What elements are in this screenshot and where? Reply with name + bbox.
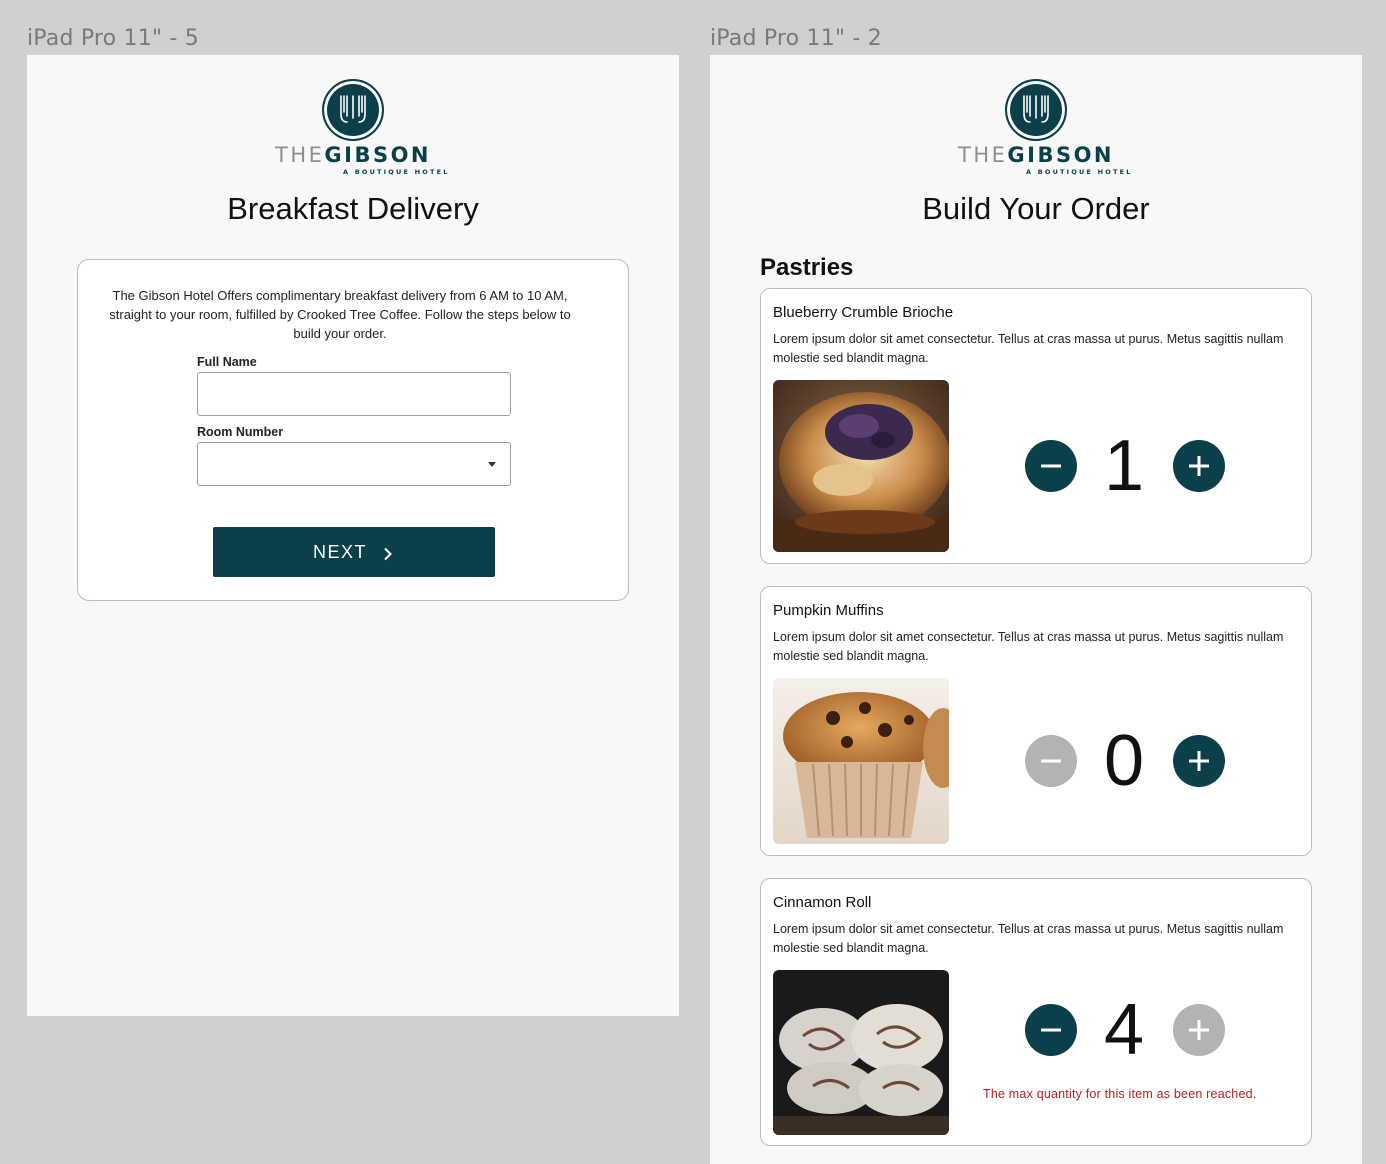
increase-quantity-button[interactable] xyxy=(1173,440,1225,492)
logo-wordmark: THEGIBSON xyxy=(275,143,431,167)
decrease-quantity-button[interactable] xyxy=(1025,735,1077,787)
hotel-logo: THEGIBSON A BOUTIQUE HOTEL xyxy=(27,79,679,179)
minus-icon xyxy=(1041,759,1061,763)
logo-tagline: A BOUTIQUE HOTEL xyxy=(343,168,450,176)
plus-icon xyxy=(1189,456,1209,476)
hotel-emblem-icon xyxy=(1005,79,1067,141)
logo-wordmark: THEGIBSON xyxy=(958,143,1114,167)
full-name-input[interactable] xyxy=(197,372,511,416)
room-number-select[interactable] xyxy=(197,442,511,486)
build-order-screen: THEGIBSON A BOUTIQUE HOTEL Build Your Or… xyxy=(710,55,1362,1164)
item-name: Cinnamon Roll xyxy=(773,894,872,911)
max-quantity-message: The max quantity for this item as been r… xyxy=(983,1087,1257,1101)
room-number-label: Room Number xyxy=(197,425,284,439)
quantity-value: 1 xyxy=(1103,426,1145,506)
chevron-right-icon xyxy=(381,545,395,561)
plus-icon xyxy=(1189,1020,1209,1040)
item-description: Lorem ipsum dolor sit amet consectetur. … xyxy=(773,332,1284,365)
next-button-label: NEXT xyxy=(312,541,367,562)
quantity-value: 0 xyxy=(1103,721,1145,801)
item-description: Lorem ipsum dolor sit amet consectetur. … xyxy=(773,630,1284,663)
item-card-blueberry-crumble-brioche: Blueberry Crumble Brioche Lorem ipsum do… xyxy=(760,288,1312,564)
increase-quantity-button[interactable] xyxy=(1173,1004,1225,1056)
item-name: Pumpkin Muffins xyxy=(773,602,884,619)
plus-icon xyxy=(1189,751,1209,771)
hotel-emblem-icon xyxy=(322,79,384,141)
item-photo-brioche xyxy=(773,380,949,552)
item-photo-cinnamon-roll xyxy=(773,970,949,1135)
section-heading-pastries: Pastries xyxy=(760,254,854,281)
quantity-value: 4 xyxy=(1103,990,1145,1070)
item-description: Lorem ipsum dolor sit amet consectetur. … xyxy=(773,922,1284,955)
increase-quantity-button[interactable] xyxy=(1173,735,1225,787)
frame-label-1: iPad Pro 11" - 5 xyxy=(27,26,199,51)
item-name: Blueberry Crumble Brioche xyxy=(773,304,954,321)
page-title: Build Your Order xyxy=(922,191,1150,226)
caret-down-icon xyxy=(488,462,496,467)
next-button[interactable]: NEXT xyxy=(213,527,495,577)
logo-tagline: A BOUTIQUE HOTEL xyxy=(1026,168,1133,176)
item-photo-pumpkin-muffin xyxy=(773,678,949,844)
welcome-card: The Gibson Hotel Offers complimentary br… xyxy=(77,259,629,601)
full-name-label: Full Name xyxy=(197,355,257,369)
minus-icon xyxy=(1041,464,1061,468)
item-card-cinnamon-roll: Cinnamon Roll Lorem ipsum dolor sit amet… xyxy=(760,878,1312,1146)
item-card-pumpkin-muffins: Pumpkin Muffins Lorem ipsum dolor sit am… xyxy=(760,586,1312,856)
frame-label-2: iPad Pro 11" - 2 xyxy=(710,26,882,51)
decrease-quantity-button[interactable] xyxy=(1025,1004,1077,1056)
page-title: Breakfast Delivery xyxy=(227,191,479,226)
hotel-logo: THEGIBSON A BOUTIQUE HOTEL xyxy=(710,79,1362,179)
intro-text: The Gibson Hotel Offers complimentary br… xyxy=(109,288,571,341)
breakfast-delivery-screen: THEGIBSON A BOUTIQUE HOTEL Breakfast Del… xyxy=(27,55,679,1016)
minus-icon xyxy=(1041,1028,1061,1032)
decrease-quantity-button[interactable] xyxy=(1025,440,1077,492)
